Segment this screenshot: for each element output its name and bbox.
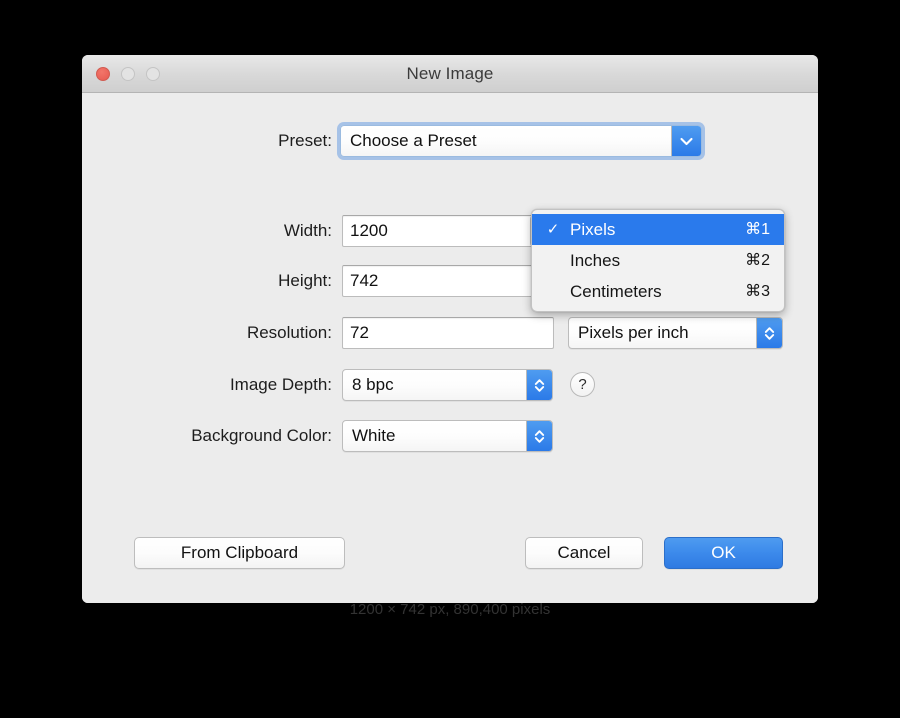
chevron-down-icon: [672, 126, 701, 156]
image-depth-label: Image Depth:: [229, 375, 332, 394]
menu-item-shortcut: ⌘1: [745, 221, 770, 238]
image-depth-popup[interactable]: 8 bpc: [342, 369, 553, 401]
background-color-row: Background Color: White: [82, 420, 818, 454]
window-titlebar: New Image: [82, 55, 818, 93]
image-depth-row: Image Depth: 8 bpc ?: [82, 369, 818, 403]
new-image-dialog: New Image Preset: Choose a Preset Width:…: [82, 55, 818, 618]
image-depth-chevron-box: [526, 370, 552, 400]
menu-item-shortcut: ⌘3: [745, 283, 770, 300]
menu-item-label: Centimeters: [570, 282, 662, 301]
preset-row: Preset: Choose a Preset: [82, 125, 818, 159]
preset-label: Preset:: [278, 131, 332, 150]
units-dropdown-menu[interactable]: ✓ Pixels ⌘1 Inches ⌘2 Centimeters ⌘3: [531, 209, 785, 312]
height-input[interactable]: 742: [342, 265, 554, 297]
checkmark-icon: ✓: [546, 221, 560, 238]
width-input[interactable]: 1200: [342, 215, 554, 247]
dialog-body: Preset: Choose a Preset Width: 1200 Heig…: [82, 93, 818, 618]
cancel-button[interactable]: Cancel: [525, 537, 643, 569]
preset-chevron-box: [671, 126, 701, 156]
menu-item-inches[interactable]: Inches ⌘2: [532, 245, 784, 276]
chevron-up-down-icon: [527, 421, 552, 451]
resolution-row: Resolution: 72 Pixels per inch: [82, 317, 818, 351]
resolution-input[interactable]: 72: [342, 317, 554, 349]
resolution-unit-value: Pixels per inch: [578, 323, 689, 342]
background-color-label: Background Color:: [191, 426, 332, 445]
background-color-chevron-box: [526, 421, 552, 451]
menu-item-centimeters[interactable]: Centimeters ⌘3: [532, 276, 784, 307]
menu-item-shortcut: ⌘2: [745, 252, 770, 269]
ok-button[interactable]: OK: [664, 537, 783, 569]
background-color-value: White: [352, 426, 396, 445]
preset-value: Choose a Preset: [350, 131, 477, 150]
resolution-unit-chevron-box: [756, 318, 782, 348]
status-text: 1200 × 742 px, 890,400 pixels: [349, 601, 551, 618]
background-color-popup[interactable]: White: [342, 420, 553, 452]
resolution-unit-popup[interactable]: Pixels per inch: [568, 317, 783, 349]
preset-popup[interactable]: Choose a Preset: [340, 125, 702, 157]
chevron-up-down-icon: [527, 370, 552, 400]
from-clipboard-button[interactable]: From Clipboard: [134, 537, 345, 569]
menu-item-pixels[interactable]: ✓ Pixels ⌘1: [532, 214, 784, 245]
height-label: Height:: [278, 271, 332, 290]
chevron-up-down-icon: [757, 318, 782, 348]
image-depth-value: 8 bpc: [352, 375, 394, 394]
help-button[interactable]: ?: [570, 372, 595, 397]
width-label: Width:: [283, 221, 332, 240]
menu-item-label: Pixels: [570, 220, 616, 239]
window-title: New Image: [406, 64, 494, 83]
resolution-label: Resolution:: [246, 323, 332, 342]
menu-item-label: Inches: [570, 251, 621, 270]
